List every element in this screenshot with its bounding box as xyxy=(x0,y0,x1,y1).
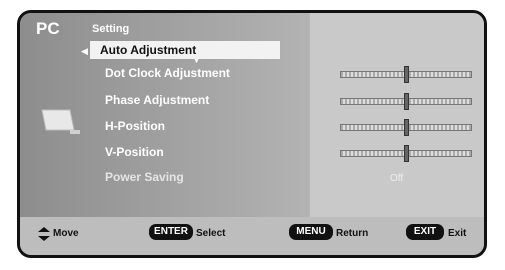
down-arrow-icon: ▼ xyxy=(193,58,200,65)
menu-key[interactable]: MENU xyxy=(289,224,333,240)
monitor-icon xyxy=(41,109,80,134)
menu-item-power-saving[interactable]: Power Saving xyxy=(105,170,184,184)
source-label: PC xyxy=(36,19,60,38)
left-arrow-icon: ◀ xyxy=(81,46,88,56)
v-position-slider[interactable] xyxy=(340,145,472,162)
h-position-slider[interactable] xyxy=(340,119,472,136)
value-panel xyxy=(310,13,484,221)
phase-slider[interactable] xyxy=(340,93,472,110)
menu-item-dot-clock[interactable]: Dot Clock Adjustment xyxy=(105,66,230,80)
select-label: Select xyxy=(196,228,226,239)
dot-clock-slider-thumb[interactable] xyxy=(404,66,409,83)
dot-clock-slider[interactable] xyxy=(340,66,472,83)
up-down-arrow-icon xyxy=(38,227,50,241)
h-position-slider-thumb[interactable] xyxy=(404,119,409,136)
osd-screen: PC Setting ◀ Auto Adjustment ▼ Dot Clock… xyxy=(17,10,487,258)
exit-label: Exit xyxy=(448,228,467,239)
menu-item-phase[interactable]: Phase Adjustment xyxy=(105,93,209,107)
section-title: Setting xyxy=(92,23,130,35)
menu-item-auto-adjustment[interactable]: Auto Adjustment xyxy=(90,41,280,59)
exit-key[interactable]: EXIT xyxy=(406,224,444,240)
return-label: Return xyxy=(336,228,369,239)
move-label: Move xyxy=(53,228,79,239)
power-saving-value: Off xyxy=(390,173,404,184)
menu-item-h-position[interactable]: H-Position xyxy=(105,119,165,133)
menu-item-v-position[interactable]: V-Position xyxy=(105,145,164,159)
v-position-slider-thumb[interactable] xyxy=(404,145,409,162)
enter-key[interactable]: ENTER xyxy=(149,224,193,240)
phase-slider-thumb[interactable] xyxy=(404,93,409,110)
